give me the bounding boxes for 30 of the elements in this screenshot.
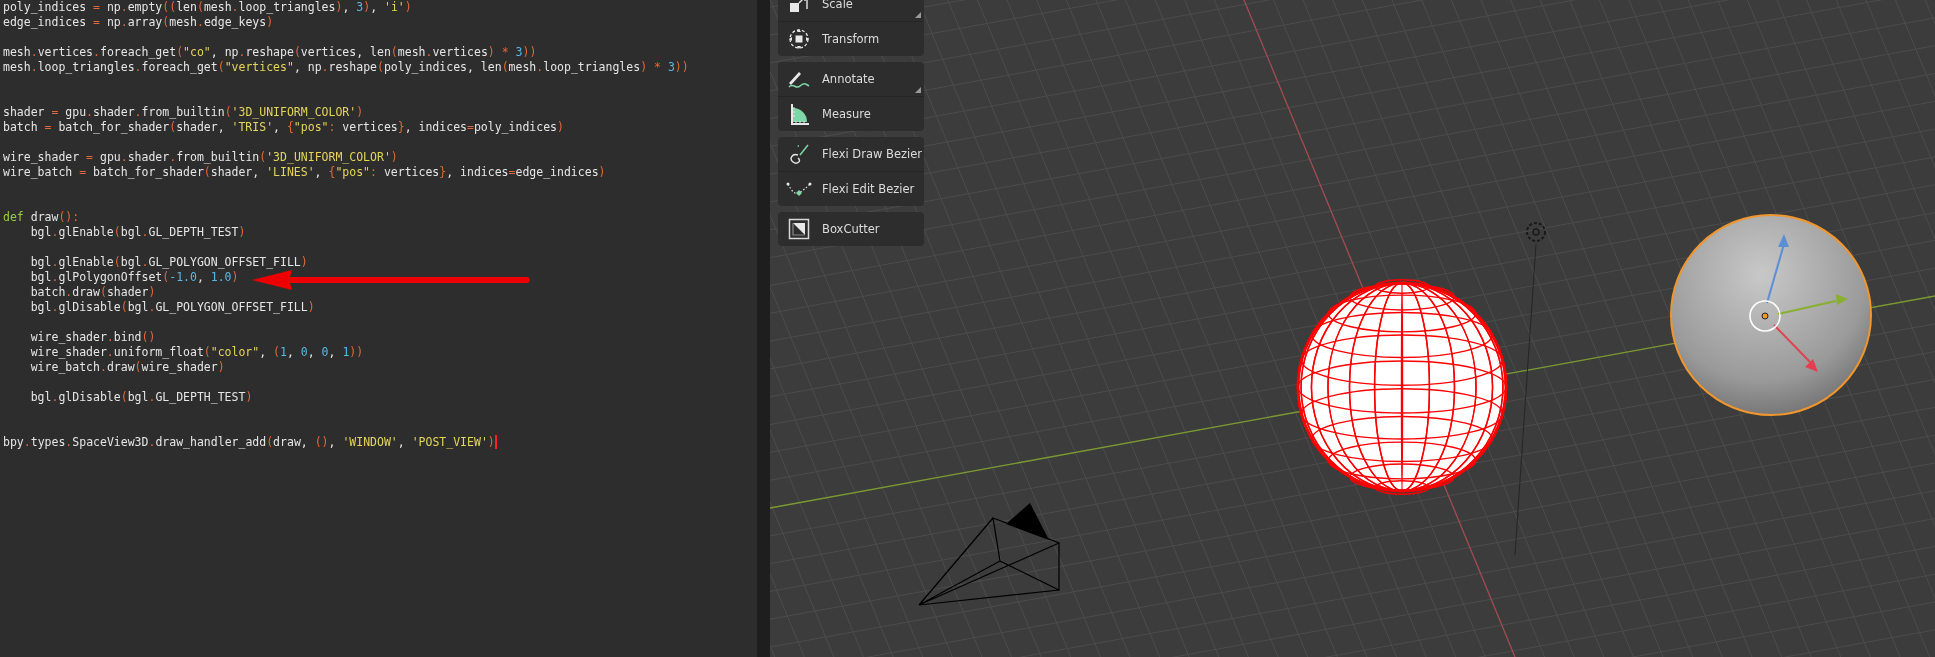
transform-icon [786, 28, 812, 50]
tool-button[interactable]: Flexi Draw Bezier [778, 137, 924, 171]
tool-button[interactable]: BoxCutter [778, 212, 924, 246]
code-line: batch = batch_for_shader(shader, 'TRIS', {"pos": vertices}, indices=poly_indices) [3, 120, 564, 135]
tool-button[interactable]: Measure [778, 96, 924, 131]
code-line: wire_shader = gpu.shader.from_builtin('3D_UNIFORM_COLOR') [3, 150, 398, 165]
code-line: mesh.loop_triangles.foreach_get("vertices", np.reshape(poly_indices, len(mesh.loop_triangles) * 3)) [3, 60, 689, 75]
code-line: shader = gpu.shader.from_builtin('3D_UNIFORM_COLOR') [3, 105, 364, 120]
code-line: bgl.glEnable(bgl.GL_DEPTH_TEST) [29, 225, 246, 240]
code-line: batch.draw(shader) [29, 285, 156, 300]
tool-button[interactable]: Annotate [778, 62, 924, 96]
code-line: wire_batch = batch_for_shader(shader, 'LINES', {"pos": vertices}, indices=edge_indices) [3, 165, 606, 180]
code-line: wire_shader.bind() [29, 330, 156, 345]
code-line: wire_batch.draw(wire_shader) [29, 360, 225, 375]
code-line: bgl.glEnable(bgl.GL_POLYGON_OFFSET_FILL) [29, 255, 308, 270]
box-cutter-icon [786, 218, 812, 240]
tool-button[interactable]: Transform [778, 21, 924, 56]
tool-button[interactable]: Flexi Edit Bezier [778, 171, 924, 206]
code-line: def draw(): [3, 210, 80, 225]
code-line: poly_indices = np.empty((len(mesh.loop_triangles), 3), 'i') [3, 0, 412, 15]
code-line: bpy.types.SpaceView3D.draw_handler_add(draw, (), 'WINDOW', 'POST_VIEW') [3, 435, 497, 450]
code-line: wire_shader.uniform_float("color", (1, 0, 0, 1)) [29, 345, 364, 360]
tool-button[interactable]: Scale [778, 0, 924, 21]
curve-edit-icon [786, 181, 812, 197]
code-line: bgl.glDisable(bgl.GL_DEPTH_TEST) [29, 390, 253, 405]
3d-viewport[interactable]: Scale Transform Annotate Measure Flexi Draw Bezier Flexi Edit Bezier BoxCutter [770, 0, 1935, 657]
code-line: mesh.vertices.foreach_get("co", np.reshape(vertices, len(mesh.vertices) * 3)) [3, 45, 537, 60]
code-line: bgl.glPolygonOffset(-1.0, 1.0) [29, 270, 239, 285]
code-line: bgl.glDisable(bgl.GL_POLYGON_OFFSET_FILL) [29, 300, 315, 315]
code-line: edge_indices = np.array(mesh.edge_keys) [3, 15, 274, 30]
